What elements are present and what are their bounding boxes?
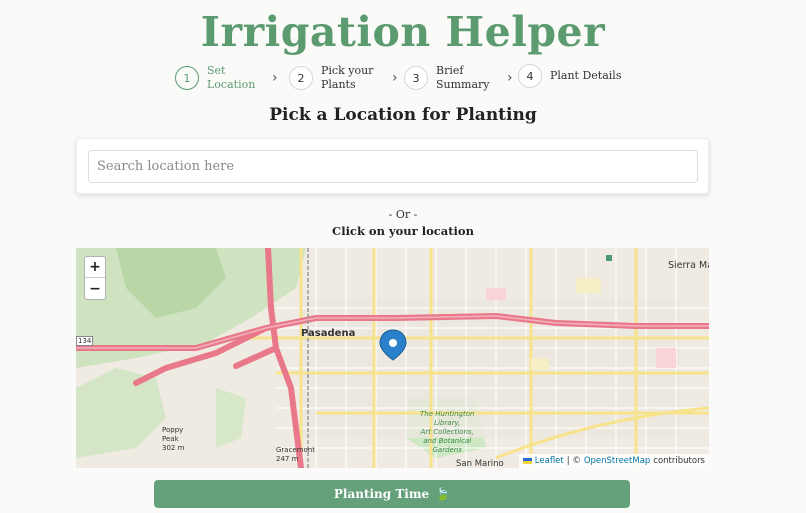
map-label-sierra: Sierra Ma <box>668 260 709 271</box>
location-map[interactable]: Pasadena Sierra Ma 134 The Huntington Li… <box>76 248 709 468</box>
step-label: Pick your Plants <box>321 64 374 91</box>
step-number: 2 <box>289 66 313 90</box>
map-label-huntington: The Huntington Library, Art Collections,… <box>420 410 475 454</box>
planting-time-button[interactable]: Planting Time 🍃 <box>154 480 630 508</box>
step-pick-plants[interactable]: 2 Pick your Plants <box>289 64 387 92</box>
step-brief-summary[interactable]: 3 Brief Summary <box>404 64 496 92</box>
zoom-in-button[interactable]: + <box>85 257 105 278</box>
search-card <box>76 138 709 194</box>
step-label: Set Location <box>207 64 256 91</box>
map-label-poppy-peak: Poppy Peak 302 m <box>162 426 185 452</box>
leaflet-link[interactable]: Leaflet <box>535 454 564 468</box>
page-subtitle: Pick a Location for Planting <box>269 105 537 125</box>
map-label-san-marino: San Marino <box>456 459 504 468</box>
map-label-route: 134 <box>76 336 94 346</box>
step-number: 1 <box>175 66 199 90</box>
step-set-location[interactable]: 1 Set Location <box>175 64 277 92</box>
search-input[interactable] <box>88 150 698 183</box>
step-number: 3 <box>404 66 428 90</box>
step-label: Plant Details <box>550 69 622 82</box>
zoom-control: + − <box>84 256 106 300</box>
attribution-suffix: contributors <box>653 456 705 466</box>
chevron-right-icon: › <box>272 70 278 86</box>
leaf-icon: 🍃 <box>435 487 451 501</box>
or-divider: - Or - <box>388 208 418 221</box>
planting-time-label: Planting Time <box>333 487 430 501</box>
map-attribution: Leaflet | © OpenStreetMap contributors <box>518 454 709 468</box>
step-label: Brief Summary <box>436 64 490 91</box>
step-number: 4 <box>518 64 542 88</box>
chevron-right-icon: › <box>507 70 513 86</box>
app-title: Irrigation Helper <box>200 8 606 56</box>
zoom-out-button[interactable]: − <box>85 278 105 299</box>
openstreetmap-link[interactable]: OpenStreetMap <box>584 454 650 468</box>
stepper: 1 Set Location › 2 Pick your Plants › 3 … <box>0 64 806 94</box>
map-label-gracemont: Gracemont 247 m <box>276 446 316 463</box>
map-label-pasadena: Pasadena <box>301 328 356 339</box>
attribution-separator: | © <box>566 456 581 466</box>
click-instruction: Click on your location <box>332 224 474 238</box>
chevron-right-icon: › <box>392 70 398 86</box>
step-plant-details[interactable]: 4 Plant Details <box>518 64 630 88</box>
ukraine-flag-icon <box>522 458 532 464</box>
